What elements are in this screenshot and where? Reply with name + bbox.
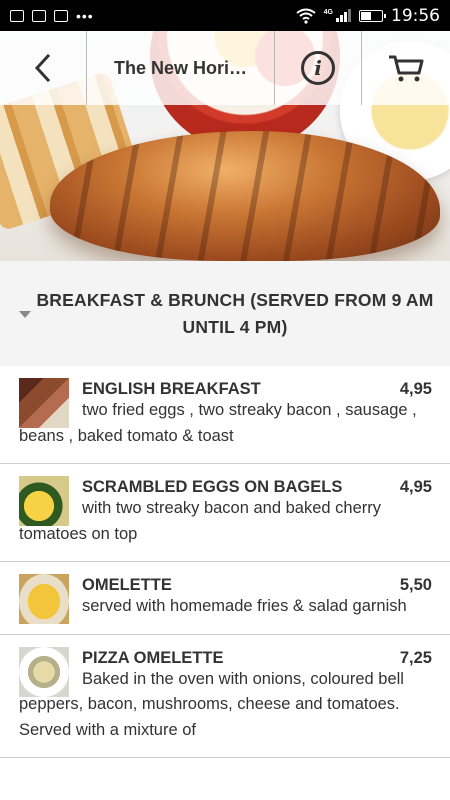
- dish-description: two fried eggs , two streaky bacon , sau…: [19, 401, 417, 445]
- info-icon: i: [301, 51, 335, 85]
- triangle-down-icon: [19, 311, 31, 318]
- dish-description: Baked in the oven with onions, coloured …: [19, 669, 404, 739]
- menu-item-english-breakfast[interactable]: ENGLISH BREAKFAST 4,95 two fried eggs , …: [0, 366, 450, 464]
- section-title: BREAKFAST & BRUNCH (SERVED FROM 9 AM UNT…: [36, 289, 434, 337]
- dish-price: 4,95: [399, 380, 432, 398]
- dish-price: 7,25: [399, 648, 432, 667]
- dish-thumbnail: [19, 378, 69, 428]
- status-time: 19:56: [391, 5, 440, 26]
- dish-name: PIZZA OMELETTE: [82, 648, 224, 667]
- network-label: 4G: [323, 9, 333, 16]
- back-button[interactable]: [0, 31, 87, 105]
- dish-price: 4,95: [399, 478, 432, 496]
- dish-description: with two streaky bacon and baked cherry …: [19, 499, 381, 543]
- menu-item-scrambled-eggs[interactable]: SCRAMBLED EGGS ON BAGELS 4,95 with two s…: [0, 464, 450, 562]
- dish-name: OMELETTE: [82, 576, 172, 594]
- battery-icon: [359, 9, 386, 22]
- wifi-icon: [296, 8, 316, 24]
- menu-list: ENGLISH BREAKFAST 4,95 two fried eggs , …: [0, 366, 450, 758]
- dish-price: 5,50: [399, 576, 432, 594]
- top-nav-bar: The New Hori… i: [0, 31, 450, 105]
- status-right-icons: 4G 19:56: [296, 6, 440, 26]
- menu-section-header[interactable]: BREAKFAST & BRUNCH (SERVED FROM 9 AM UNT…: [0, 261, 450, 366]
- status-bar: ••• 4G 19:56: [0, 0, 450, 31]
- app-notification-icon: [32, 9, 46, 22]
- dish-thumbnail: [19, 574, 69, 624]
- dish-description: served with homemade fries & salad garni…: [82, 597, 407, 615]
- more-dots-icon: •••: [76, 7, 94, 24]
- chevron-left-icon: [34, 53, 51, 83]
- menu-item-omelette[interactable]: OMELETTE 5,50 served with homemade fries…: [0, 562, 450, 635]
- image-notification-icon: [10, 9, 24, 22]
- cart-button[interactable]: [362, 31, 450, 105]
- dish-name: ENGLISH BREAKFAST: [82, 380, 261, 398]
- dish-name: SCRAMBLED EGGS ON BAGELS: [82, 478, 343, 496]
- menu-item-pizza-omelette[interactable]: PIZZA OMELETTE 7,25 Baked in the oven wi…: [0, 635, 450, 758]
- dish-thumbnail: [19, 476, 69, 526]
- info-button[interactable]: i: [275, 31, 362, 105]
- signal-icon: 4G: [324, 9, 351, 22]
- restaurant-title: The New Hori…: [87, 31, 275, 105]
- cart-icon: [389, 55, 424, 82]
- app-notification-icon: [54, 9, 68, 22]
- status-left-icons: •••: [10, 9, 94, 23]
- dish-thumbnail: [19, 646, 69, 697]
